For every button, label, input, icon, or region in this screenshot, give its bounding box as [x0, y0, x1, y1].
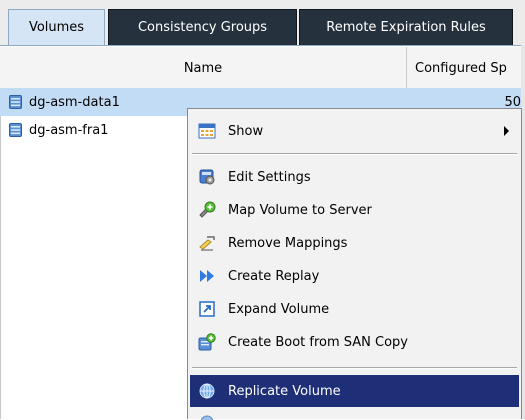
tab-consistency-groups[interactable]: Consistency Groups [108, 9, 297, 45]
show-grid-icon [198, 123, 216, 139]
partial-menu-icon [200, 415, 214, 420]
menu-item-show[interactable]: Show [190, 115, 519, 147]
column-header-label: Name [183, 60, 223, 76]
menu-item-replicate-volume[interactable]: Replicate Volume [190, 375, 519, 407]
menu-item-label: Map Volume to Server [228, 202, 372, 218]
map-volume-icon [199, 201, 216, 218]
menu-item-create-boot-from-san-copy[interactable]: Create Boot from SAN Copy [190, 326, 519, 358]
menu-item-label: Remove Mappings [228, 235, 348, 251]
tab-label: Consistency Groups [137, 20, 268, 35]
tab-bar: Volumes Consistency Groups Remote Expira… [0, 0, 525, 45]
menu-item-label: Create Boot from SAN Copy [228, 334, 408, 350]
volume-icon [9, 123, 22, 137]
menu-item-remove-mappings[interactable]: Remove Mappings [190, 227, 519, 259]
menu-item-edit-settings[interactable]: Edit Settings [190, 161, 519, 193]
volume-name: dg-asm-fra1 [29, 122, 109, 138]
menu-item-map-volume-to-server[interactable]: Map Volume to Server [190, 194, 519, 226]
tab-remote-expiration-rules[interactable]: Remote Expiration Rules [299, 9, 513, 45]
replicate-volume-icon [199, 383, 215, 399]
menu-item-label: Edit Settings [228, 169, 311, 185]
menu-separator [192, 153, 517, 155]
menu-item-label: Expand Volume [228, 301, 330, 317]
context-menu: Show Edit Settings Map Volume to Server … [187, 108, 522, 420]
menu-item-partial[interactable] [190, 408, 519, 420]
create-replay-icon [200, 270, 214, 282]
boot-from-san-icon [198, 333, 216, 351]
menu-separator [192, 367, 517, 369]
menu-item-label: Create Replay [228, 268, 320, 284]
menu-item-expand-volume[interactable]: Expand Volume [190, 293, 519, 325]
column-header-name[interactable]: Name [0, 47, 407, 90]
menu-item-label: Show [228, 123, 264, 139]
menu-item-create-replay[interactable]: Create Replay [190, 260, 519, 292]
tab-label: Remote Expiration Rules [326, 20, 486, 35]
submenu-arrow-icon [504, 126, 509, 136]
column-header-label: Configured Sp [415, 60, 507, 76]
tab-volumes[interactable]: Volumes [8, 9, 105, 45]
volume-name: dg-asm-data1 [29, 94, 120, 110]
tab-label: Volumes [28, 20, 85, 35]
column-header-configured-space[interactable]: Configured Sp [407, 47, 521, 90]
volume-icon [9, 95, 22, 109]
expand-volume-icon [199, 301, 215, 317]
menu-item-label: Replicate Volume [228, 383, 341, 399]
edit-settings-icon [199, 169, 215, 185]
remove-mappings-icon [199, 236, 215, 251]
